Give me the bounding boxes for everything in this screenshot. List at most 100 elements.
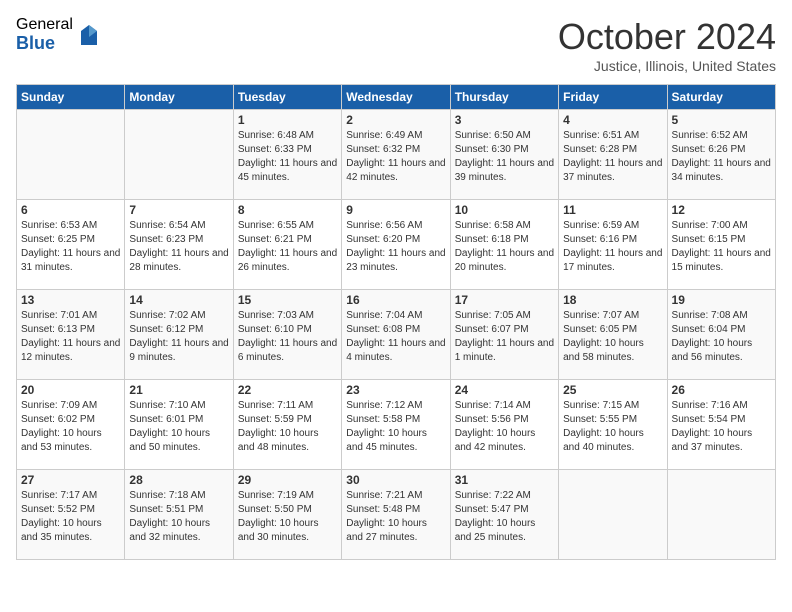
day-number: 31 — [455, 473, 554, 487]
calendar-day: 27Sunrise: 7:17 AM Sunset: 5:52 PM Dayli… — [17, 470, 125, 560]
logo-blue: Blue — [16, 34, 73, 54]
calendar-day: 29 Sunrise: 7:19 AM Sunset: 5:50 PM Dayli… — [233, 470, 341, 560]
calendar-week: 27Sunrise: 7:17 AM Sunset: 5:52 PM Dayli… — [17, 470, 776, 560]
calendar-day: 12 Sunrise: 7:00 AM Sunset: 6:15 PM Dayli… — [667, 200, 775, 290]
calendar-day: 7 Sunrise: 6:54 AM Sunset: 6:23 PM Daylig… — [125, 200, 233, 290]
calendar-day: 11 Sunrise: 6:59 AM Sunset: 6:16 PM Dayli… — [559, 200, 667, 290]
day-number: 8 — [238, 203, 337, 217]
day-number: 29 — [238, 473, 337, 487]
day-info: Sunrise: 7:18 AM Sunset: 5:51 PM Dayligh… — [129, 489, 228, 545]
calendar-table: SundayMondayTuesdayWednesdayThursdayFrid… — [16, 84, 776, 560]
day-number: 21 — [129, 383, 228, 397]
day-number: 20 — [21, 383, 120, 397]
day-number: 7 — [129, 203, 228, 217]
day-number: 23 — [346, 383, 445, 397]
calendar-day: 24 Sunrise: 7:14 AM Sunset: 5:56 PM Dayli… — [450, 380, 558, 470]
calendar-day: 16Sunrise: 7:04 AM Sunset: 6:08 PM Dayli… — [342, 290, 450, 380]
day-number: 5 — [672, 113, 771, 127]
day-number: 19 — [672, 293, 771, 307]
calendar-day: 9Sunrise: 6:56 AM Sunset: 6:20 PM Daylig… — [342, 200, 450, 290]
day-number: 3 — [455, 113, 554, 127]
calendar-day — [667, 470, 775, 560]
calendar-day: 1 Sunrise: 6:48 AM Sunset: 6:33 PM Daylig… — [233, 110, 341, 200]
day-info: Sunrise: 7:14 AM Sunset: 5:56 PM Dayligh… — [455, 399, 554, 455]
calendar-day: 10 Sunrise: 6:58 AM Sunset: 6:18 PM Dayli… — [450, 200, 558, 290]
day-number: 6 — [21, 203, 120, 217]
day-number: 12 — [672, 203, 771, 217]
day-number: 28 — [129, 473, 228, 487]
calendar-day: 21Sunrise: 7:10 AM Sunset: 6:01 PM Dayli… — [125, 380, 233, 470]
day-number: 30 — [346, 473, 445, 487]
calendar-week: 13 Sunrise: 7:01 AM Sunset: 6:13 PM Dayli… — [17, 290, 776, 380]
day-info: Sunrise: 6:59 AM Sunset: 6:16 PM Dayligh… — [563, 219, 662, 275]
day-info: Sunrise: 7:21 AM Sunset: 5:48 PM Dayligh… — [346, 489, 445, 545]
title-block: October 2024 Justice, Illinois, United S… — [558, 16, 776, 74]
day-info: Sunrise: 7:12 AM Sunset: 5:58 PM Dayligh… — [346, 399, 445, 455]
calendar-day — [17, 110, 125, 200]
calendar-day: 23 Sunrise: 7:12 AM Sunset: 5:58 PM Dayli… — [342, 380, 450, 470]
day-info: Sunrise: 6:53 AM Sunset: 6:25 PM Dayligh… — [21, 219, 120, 275]
day-info: Sunrise: 6:54 AM Sunset: 6:23 PM Dayligh… — [129, 219, 228, 275]
location: Justice, Illinois, United States — [558, 58, 776, 74]
day-info: Sunrise: 6:51 AM Sunset: 6:28 PM Dayligh… — [563, 129, 662, 185]
day-header: Saturday — [667, 85, 775, 110]
day-info: Sunrise: 7:16 AM Sunset: 5:54 PM Dayligh… — [672, 399, 771, 455]
calendar-day: 28 Sunrise: 7:18 AM Sunset: 5:51 PM Dayli… — [125, 470, 233, 560]
calendar-day: 2 Sunrise: 6:49 AM Sunset: 6:32 PM Daylig… — [342, 110, 450, 200]
calendar-day: 17Sunrise: 7:05 AM Sunset: 6:07 PM Dayli… — [450, 290, 558, 380]
calendar-day: 19 Sunrise: 7:08 AM Sunset: 6:04 PM Dayli… — [667, 290, 775, 380]
day-number: 24 — [455, 383, 554, 397]
calendar-week: 6 Sunrise: 6:53 AM Sunset: 6:25 PM Daylig… — [17, 200, 776, 290]
day-number: 9 — [346, 203, 445, 217]
day-number: 27 — [21, 473, 120, 487]
day-info: Sunrise: 7:09 AM Sunset: 6:02 PM Dayligh… — [21, 399, 120, 455]
logo-text: General Blue — [16, 16, 73, 53]
day-number: 22 — [238, 383, 337, 397]
day-number: 14 — [129, 293, 228, 307]
calendar-day: 6 Sunrise: 6:53 AM Sunset: 6:25 PM Daylig… — [17, 200, 125, 290]
day-info: Sunrise: 6:50 AM Sunset: 6:30 PM Dayligh… — [455, 129, 554, 185]
day-info: Sunrise: 6:49 AM Sunset: 6:32 PM Dayligh… — [346, 129, 445, 185]
day-info: Sunrise: 6:48 AM Sunset: 6:33 PM Dayligh… — [238, 129, 337, 185]
day-info: Sunrise: 7:00 AM Sunset: 6:15 PM Dayligh… — [672, 219, 771, 275]
day-info: Sunrise: 7:19 AM Sunset: 5:50 PM Dayligh… — [238, 489, 337, 545]
day-header: Thursday — [450, 85, 558, 110]
day-info: Sunrise: 6:55 AM Sunset: 6:21 PM Dayligh… — [238, 219, 337, 275]
calendar-day — [559, 470, 667, 560]
day-info: Sunrise: 6:58 AM Sunset: 6:18 PM Dayligh… — [455, 219, 554, 275]
header-row: SundayMondayTuesdayWednesdayThursdayFrid… — [17, 85, 776, 110]
day-number: 2 — [346, 113, 445, 127]
day-number: 11 — [563, 203, 662, 217]
day-number: 10 — [455, 203, 554, 217]
day-info: Sunrise: 6:52 AM Sunset: 6:26 PM Dayligh… — [672, 129, 771, 185]
day-number: 15 — [238, 293, 337, 307]
calendar-day: 25 Sunrise: 7:15 AM Sunset: 5:55 PM Dayli… — [559, 380, 667, 470]
calendar-day: 5 Sunrise: 6:52 AM Sunset: 6:26 PM Daylig… — [667, 110, 775, 200]
day-info: Sunrise: 7:15 AM Sunset: 5:55 PM Dayligh… — [563, 399, 662, 455]
calendar-day: 22Sunrise: 7:11 AM Sunset: 5:59 PM Dayli… — [233, 380, 341, 470]
day-header: Tuesday — [233, 85, 341, 110]
day-header: Friday — [559, 85, 667, 110]
calendar-day: 13 Sunrise: 7:01 AM Sunset: 6:13 PM Dayli… — [17, 290, 125, 380]
day-info: Sunrise: 7:08 AM Sunset: 6:04 PM Dayligh… — [672, 309, 771, 365]
day-number: 25 — [563, 383, 662, 397]
day-header: Wednesday — [342, 85, 450, 110]
day-info: Sunrise: 7:07 AM Sunset: 6:05 PM Dayligh… — [563, 309, 662, 365]
day-info: Sunrise: 7:02 AM Sunset: 6:12 PM Dayligh… — [129, 309, 228, 365]
calendar-day: 18 Sunrise: 7:07 AM Sunset: 6:05 PM Dayli… — [559, 290, 667, 380]
day-number: 1 — [238, 113, 337, 127]
calendar-day: 8 Sunrise: 6:55 AM Sunset: 6:21 PM Daylig… — [233, 200, 341, 290]
calendar-day: 26Sunrise: 7:16 AM Sunset: 5:54 PM Dayli… — [667, 380, 775, 470]
calendar-day: 30 Sunrise: 7:21 AM Sunset: 5:48 PM Dayli… — [342, 470, 450, 560]
day-info: Sunrise: 7:04 AM Sunset: 6:08 PM Dayligh… — [346, 309, 445, 365]
day-info: Sunrise: 7:22 AM Sunset: 5:47 PM Dayligh… — [455, 489, 554, 545]
day-info: Sunrise: 7:01 AM Sunset: 6:13 PM Dayligh… — [21, 309, 120, 365]
day-info: Sunrise: 7:03 AM Sunset: 6:10 PM Dayligh… — [238, 309, 337, 365]
day-number: 18 — [563, 293, 662, 307]
day-header: Monday — [125, 85, 233, 110]
day-header: Sunday — [17, 85, 125, 110]
calendar-week: 20 Sunrise: 7:09 AM Sunset: 6:02 PM Dayli… — [17, 380, 776, 470]
day-number: 13 — [21, 293, 120, 307]
calendar-day: 20 Sunrise: 7:09 AM Sunset: 6:02 PM Dayli… — [17, 380, 125, 470]
logo-general: General — [16, 16, 73, 34]
